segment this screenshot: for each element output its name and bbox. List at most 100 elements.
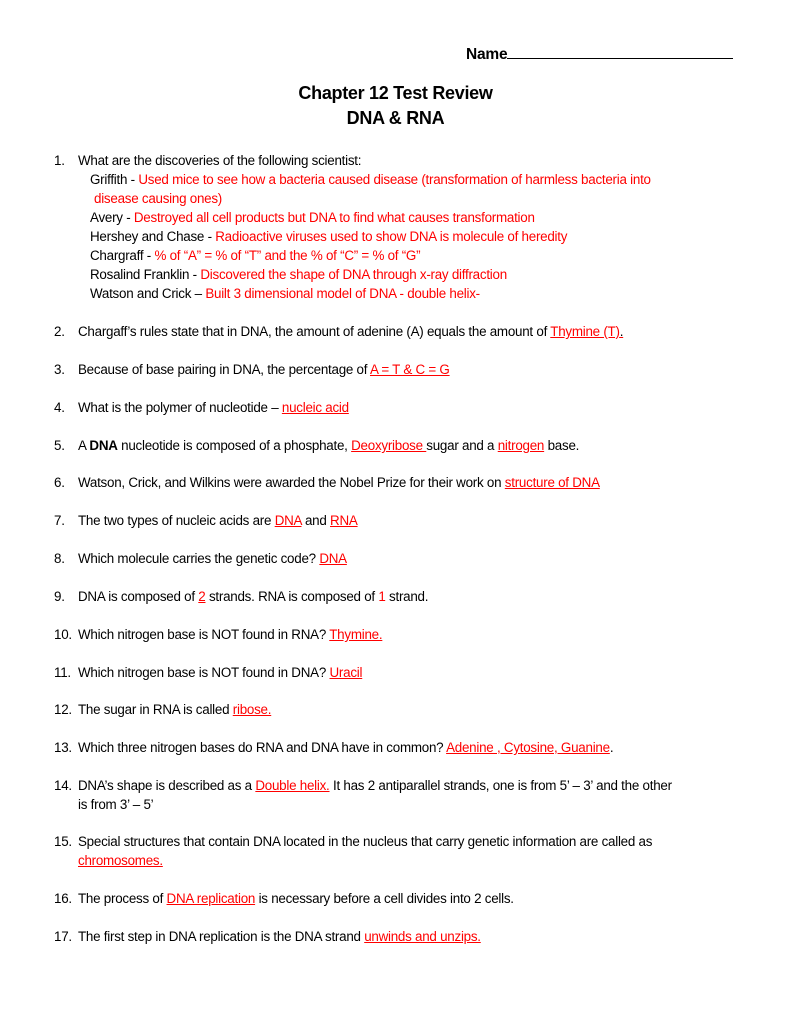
- answer-text: Uracil: [329, 665, 363, 680]
- question-8: 8. Which molecule carries the genetic cod…: [54, 549, 347, 568]
- answer-text: structure of DNA: [504, 475, 600, 490]
- question-text: Watson, Crick, and Wilkins were awarded …: [78, 475, 505, 490]
- question-text: What are the discoveries of the followin…: [78, 153, 362, 168]
- scientist-griffith-cont: disease causing ones): [94, 189, 222, 208]
- question-number: 9.: [54, 589, 65, 604]
- question-text-mid: sugar and a: [426, 438, 498, 453]
- question-text: The first step in DNA replication is the…: [78, 929, 365, 944]
- question-number: 8.: [54, 551, 65, 566]
- question-text-tail: .: [619, 324, 624, 339]
- question-text: Which nitrogen base is NOT found in DNA?: [78, 665, 330, 680]
- question-text-bold: DNA: [89, 438, 118, 453]
- question-text: Which three nitrogen bases do RNA and DN…: [78, 740, 447, 755]
- question-text: The process of: [78, 891, 167, 906]
- scientist-name: Watson and Crick –: [90, 286, 206, 301]
- scientist-chargaff: Chargraff - % of “A” = % of “T” and the …: [90, 246, 421, 265]
- scientist-hershey-chase: Hershey and Chase - Radioactive viruses …: [90, 227, 567, 246]
- question-number: 4.: [54, 400, 65, 415]
- question-text-tail: .: [609, 740, 614, 755]
- question-number: 1.: [54, 153, 65, 168]
- answer-text: nucleic acid: [281, 400, 349, 415]
- scientist-name: Hershey and Chase -: [90, 229, 216, 244]
- question-7: 7. The two types of nucleic acids are DNA…: [54, 511, 358, 530]
- scientist-watson-crick: Watson and Crick – Built 3 dimensional m…: [90, 284, 480, 303]
- page-title: Chapter 12 Test Review: [298, 83, 493, 103]
- question-text: DNA’s shape is described as a: [78, 778, 256, 793]
- question-text: Because of base pairing in DNA, the perc…: [78, 362, 370, 377]
- question-number: 11.: [54, 665, 71, 680]
- answer-text: Double helix.: [255, 778, 330, 793]
- answer-text: ribose.: [232, 702, 272, 717]
- question-11: 11. Which nitrogen base is NOT found in D…: [54, 663, 362, 682]
- question-number: 12.: [54, 702, 72, 717]
- question-number: 2.: [54, 324, 65, 339]
- question-3: 3. Because of base pairing in DNA, the pe…: [54, 360, 450, 379]
- question-text: is from 3’ – 5’: [78, 797, 154, 812]
- question-text-tail: strand.: [385, 589, 429, 604]
- question-number: 17.: [54, 929, 72, 944]
- scientist-name: Avery -: [90, 210, 134, 225]
- question-text-tail: is necessary before a cell divides into …: [255, 891, 514, 906]
- scientist-name: Rosalind Franklin -: [90, 267, 201, 282]
- question-text: Which molecule carries the genetic code?: [78, 551, 320, 566]
- answer-text-2: nitrogen: [497, 438, 545, 453]
- answer-text: Thymine (T): [550, 324, 620, 339]
- question-5: 5. A DNA nucleotide is composed of a phos…: [54, 436, 579, 455]
- question-1: 1. What are the discoveries of the follow…: [54, 151, 361, 170]
- answer-text: Radioactive viruses used to show DNA is …: [215, 229, 568, 244]
- question-text: DNA is composed of: [78, 589, 199, 604]
- question-number: 16.: [54, 891, 72, 906]
- answer-text: Discovered the shape of DNA through x-ra…: [200, 267, 507, 282]
- question-text-tail: It has 2 antiparallel strands, one is fr…: [329, 778, 672, 793]
- page-subtitle: DNA & RNA: [346, 108, 445, 128]
- question-14: 14. DNA’s shape is described as a Double …: [54, 776, 672, 795]
- question-text-tail: base.: [544, 438, 580, 453]
- question-text-mid: strands. RNA is composed of: [205, 589, 379, 604]
- question-number: 13.: [54, 740, 72, 755]
- document-page: Name Chapter 12 Test Review DNA & RNA 1.…: [0, 0, 791, 1024]
- question-text: Special structures that contain DNA loca…: [78, 834, 653, 849]
- answer-text: DNA replication: [166, 891, 256, 906]
- answer-text: A = T & C = G: [369, 362, 450, 377]
- name-label: Name: [466, 46, 508, 63]
- answer-text: unwinds and unzips.: [364, 929, 481, 944]
- question-16: 16. The process of DNA replication is nec…: [54, 889, 514, 908]
- question-number: 3.: [54, 362, 65, 377]
- answer-text: Adenine , Cytosine, Guanine: [446, 740, 610, 755]
- question-number: 10.: [54, 627, 72, 642]
- answer-text-1: 2: [198, 589, 206, 604]
- name-blank-line: [507, 44, 734, 59]
- question-text: A: [78, 438, 90, 453]
- question-14-cont: is from 3’ – 5’: [78, 795, 154, 814]
- question-text: The sugar in RNA is called: [78, 702, 233, 717]
- answer-text: disease causing ones): [94, 191, 222, 206]
- answer-text: Used mice to see how a bacteria caused d…: [138, 172, 651, 187]
- answer-text: chromosomes.: [78, 853, 163, 868]
- scientist-name: Chargraff -: [90, 248, 155, 263]
- question-number: 6.: [54, 475, 65, 490]
- answer-underlined: Thymine (T).: [550, 324, 623, 339]
- name-field: Name: [466, 44, 734, 64]
- answer-text-2: 1: [378, 589, 386, 604]
- question-13: 13. Which three nitrogen bases do RNA and…: [54, 738, 614, 757]
- answer-text: Thymine.: [329, 627, 383, 642]
- scientist-avery: Avery - Destroyed all cell products but …: [90, 208, 535, 227]
- answer-text: Built 3 dimensional model of DNA - doubl…: [205, 286, 480, 301]
- question-text: The two types of nucleic acids are: [78, 513, 275, 528]
- question-2: 2. Chargaff’s rules state that in DNA, th…: [54, 322, 623, 341]
- answer-text-1: DNA: [274, 513, 302, 528]
- question-number: 7.: [54, 513, 65, 528]
- question-text: Which nitrogen base is NOT found in RNA?: [78, 627, 330, 642]
- question-12: 12. The sugar in RNA is called ribose.: [54, 700, 271, 719]
- question-text: What is the polymer of nucleotide –: [78, 400, 282, 415]
- question-15: 15. Special structures that contain DNA l…: [54, 832, 652, 851]
- question-9: 9. DNA is composed of 2 strands. RNA is c…: [54, 587, 428, 606]
- question-15-cont: chromosomes.: [78, 851, 163, 870]
- question-10: 10. Which nitrogen base is NOT found in R…: [54, 625, 383, 644]
- answer-text: % of “A” = % of “T” and the % of “C” = %…: [154, 248, 421, 263]
- answer-text: Destroyed all cell products but DNA to f…: [133, 210, 535, 225]
- answer-text-2: RNA: [330, 513, 358, 528]
- question-number: 14.: [54, 778, 72, 793]
- scientist-franklin: Rosalind Franklin - Discovered the shape…: [90, 265, 507, 284]
- answer-text: DNA: [319, 551, 347, 566]
